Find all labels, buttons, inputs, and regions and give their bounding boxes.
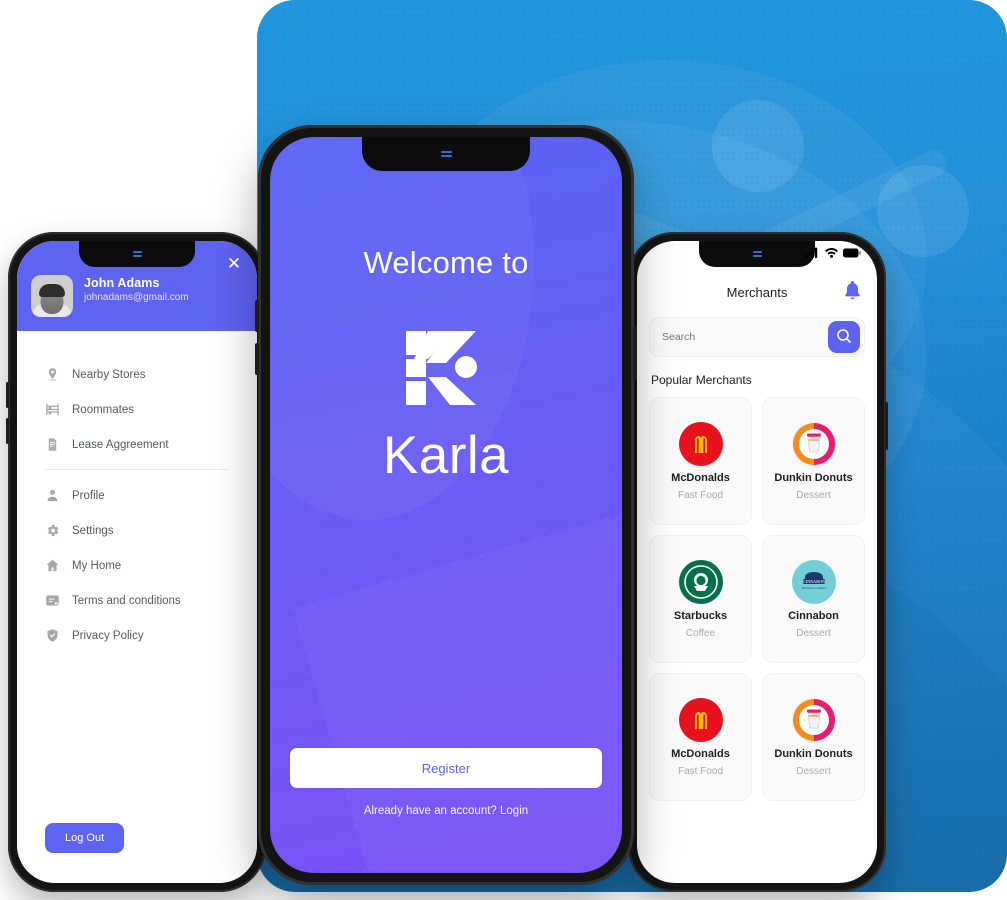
logout-button[interactable]: Log Out xyxy=(45,823,125,853)
merchant-card[interactable]: Dunkin Donuts Dessert xyxy=(762,673,865,801)
avatar-hair xyxy=(39,284,65,297)
merchant-category: Coffee xyxy=(685,627,716,639)
merchant-card[interactable]: Starbucks Coffee xyxy=(649,535,752,663)
merchant-name: Dunkin Donuts xyxy=(774,471,853,484)
cinnabon-logo-icon: CINNABON The Famous Cinnamon xyxy=(791,559,836,604)
karla-k-logo-icon xyxy=(404,329,488,407)
avatar xyxy=(31,275,73,317)
search-icon xyxy=(836,328,852,347)
welcome-heading: Welcome to xyxy=(363,245,529,280)
mcdonalds-logo-icon xyxy=(678,421,723,466)
menu-divider xyxy=(45,469,229,470)
merchant-category: Fast Food xyxy=(677,489,724,501)
drawer-user-block: John Adams johnadams@gmail.com xyxy=(84,275,189,303)
bell-icon[interactable] xyxy=(844,281,861,305)
center-phone-device: Welcome to Karla Register Already have a… xyxy=(255,125,637,885)
terms-icon xyxy=(45,593,60,608)
notch-speaker-icon xyxy=(440,151,452,157)
merchant-name: Starbucks xyxy=(673,609,728,622)
sidebar-item-settings[interactable]: Settings xyxy=(17,513,257,548)
navigation-drawer: John Adams johnadams@gmail.com Nearby St… xyxy=(17,241,257,883)
svg-text:The Famous Cinnamon: The Famous Cinnamon xyxy=(801,587,826,590)
search-button[interactable] xyxy=(828,321,860,353)
close-icon[interactable]: ✕ xyxy=(225,255,243,273)
merchant-category: Fast Food xyxy=(677,765,724,777)
sidebar-item-label: Nearby Stores xyxy=(72,368,146,381)
sidebar-item-label: Roommates xyxy=(72,403,134,416)
gear-icon xyxy=(45,523,60,538)
sidebar-item-roommates[interactable]: Roommates xyxy=(17,392,257,427)
dunkin-donuts-logo-icon xyxy=(791,421,836,466)
person-icon xyxy=(45,488,60,503)
right-phone-screen: Merchants Popular Merchants xyxy=(637,241,877,883)
sidebar-item-label: Profile xyxy=(72,489,105,502)
battery-icon xyxy=(843,248,861,258)
sidebar-item-label: Privacy Policy xyxy=(72,629,144,642)
sidebar-item-label: My Home xyxy=(72,559,122,572)
merchant-card[interactable]: Dunkin Donuts Dessert xyxy=(762,397,865,525)
merchant-card[interactable]: McDonalds Fast Food xyxy=(649,673,752,801)
page-title: Merchants xyxy=(726,284,788,300)
notch-speaker-icon xyxy=(132,251,142,257)
home-icon xyxy=(45,558,60,573)
app-mockup-stage: John Adams johnadams@gmail.com Nearby St… xyxy=(0,0,1007,900)
user-name: John Adams xyxy=(84,276,160,290)
sidebar-item-label: Settings xyxy=(72,524,114,537)
map-pin-icon xyxy=(45,367,60,382)
right-phone-notch xyxy=(699,241,815,267)
left-phone-volume-up[interactable] xyxy=(6,382,9,408)
left-phone-notch xyxy=(79,241,195,267)
merchant-name: McDonalds xyxy=(671,471,730,484)
drawer-menu-list: Nearby Stores Roommates Lease Aggreement xyxy=(17,331,257,823)
sidebar-item-label: Terms and conditions xyxy=(72,594,181,607)
merchant-card[interactable]: McDonalds Fast Food xyxy=(649,397,752,525)
merchant-name: Dunkin Donuts xyxy=(774,747,853,760)
center-phone-volume-down[interactable] xyxy=(255,343,259,375)
notch-speaker-icon xyxy=(752,251,762,257)
sidebar-item-my-home[interactable]: My Home xyxy=(17,548,257,583)
svg-text:CINNABON: CINNABON xyxy=(802,579,824,584)
signal-bars-icon xyxy=(805,247,820,258)
welcome-actions: Register Already have an account? Login xyxy=(270,748,622,817)
right-phone-device: Merchants Popular Merchants xyxy=(626,232,888,892)
section-title: Popular Merchants xyxy=(651,373,752,387)
shield-icon xyxy=(45,628,60,643)
sidebar-item-profile[interactable]: Profile xyxy=(17,478,257,513)
merchant-name: McDonalds xyxy=(671,747,730,760)
mcdonalds-logo-icon xyxy=(678,697,723,742)
sidebar-item-nearby-stores[interactable]: Nearby Stores xyxy=(17,357,257,392)
bunk-bed-icon xyxy=(45,402,60,417)
center-phone-volume-up[interactable] xyxy=(255,300,259,332)
register-button[interactable]: Register xyxy=(290,748,602,788)
status-bar xyxy=(805,247,861,258)
sidebar-item-privacy-policy[interactable]: Privacy Policy xyxy=(17,618,257,653)
sidebar-item-lease-agreement[interactable]: Lease Aggreement xyxy=(17,427,257,462)
login-link[interactable]: Already have an account? Login xyxy=(364,805,528,817)
center-phone-notch xyxy=(362,137,530,171)
left-phone-device: John Adams johnadams@gmail.com Nearby St… xyxy=(6,232,268,892)
merchant-category: Dessert xyxy=(796,489,831,501)
merchant-name: Cinnabon xyxy=(788,609,839,622)
left-phone-screen: John Adams johnadams@gmail.com Nearby St… xyxy=(17,241,257,883)
center-phone-screen: Welcome to Karla Register Already have a… xyxy=(270,137,622,873)
document-icon xyxy=(45,437,60,452)
center-phone-power[interactable] xyxy=(633,325,637,381)
left-phone-volume-down[interactable] xyxy=(6,418,9,444)
dunkin-donuts-logo-icon xyxy=(791,697,836,742)
merchant-category: Dessert xyxy=(796,627,831,639)
starbucks-logo-icon xyxy=(678,559,723,604)
search-bar xyxy=(649,317,865,357)
wifi-icon xyxy=(825,247,838,258)
brand-name: Karla xyxy=(382,426,510,485)
merchant-category: Dessert xyxy=(796,765,831,777)
sidebar-item-terms-and-conditions[interactable]: Terms and conditions xyxy=(17,583,257,618)
merchant-grid: McDonalds Fast Food Dunkin Donuts Desser… xyxy=(649,397,865,801)
search-input[interactable] xyxy=(654,331,828,343)
merchants-header: Merchants xyxy=(637,275,877,309)
sidebar-item-label: Lease Aggreement xyxy=(72,438,169,451)
logout-area: Log Out xyxy=(17,823,257,883)
right-phone-power[interactable] xyxy=(885,402,888,450)
merchant-card[interactable]: CINNABON The Famous Cinnamon Cinnabon De… xyxy=(762,535,865,663)
user-email: johnadams@gmail.com xyxy=(84,292,189,303)
